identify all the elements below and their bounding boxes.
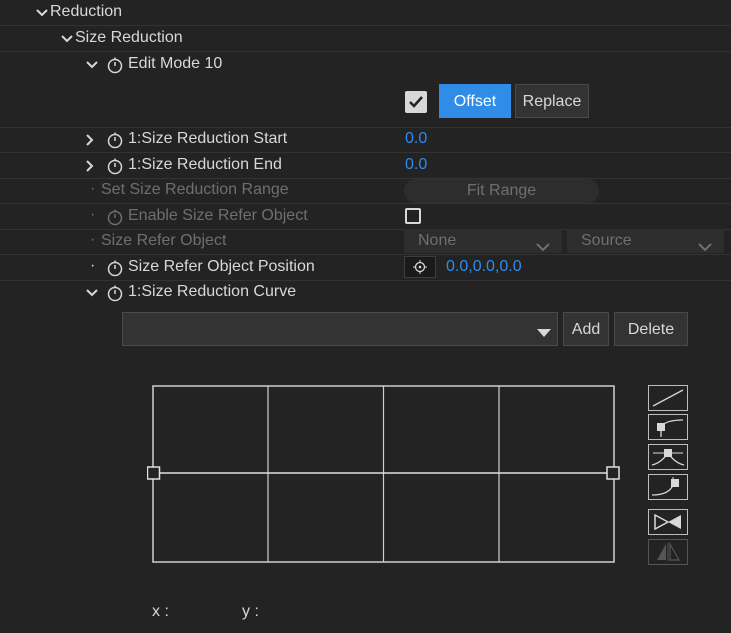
stopwatch-icon[interactable] <box>106 157 124 175</box>
linear-curve-icon[interactable] <box>648 385 688 411</box>
chevron-down-icon[interactable] <box>86 288 98 298</box>
ease-in-curve-icon[interactable] <box>648 414 688 440</box>
stopwatch-icon[interactable] <box>106 284 124 302</box>
end-label: 1:Size Reduction End <box>128 156 282 173</box>
stopwatch-icon <box>106 208 124 226</box>
mirror-curve-icon <box>648 539 688 565</box>
row-edit-mode: Edit Mode 10 Offset Replace <box>0 52 731 128</box>
ease-in-out-curve-icon[interactable] <box>648 444 688 470</box>
stopwatch-icon[interactable] <box>106 259 124 277</box>
row-size-reduction-end: 1:Size Reduction End 0.0 <box>0 153 731 179</box>
crosshair-icon[interactable] <box>404 256 436 278</box>
bullet-dot: · <box>90 231 96 248</box>
caret-down-icon <box>537 325 551 343</box>
bullet-dot: · <box>90 257 96 274</box>
fit-range-button[interactable]: Fit Range <box>404 179 599 203</box>
row-set-range: · Set Size Reduction Range Fit Range <box>0 178 731 204</box>
chevron-down-icon[interactable] <box>61 34 73 44</box>
refer-source-dropdown[interactable]: Source <box>567 229 724 253</box>
bullet-dot: · <box>90 180 96 197</box>
ease-out-curve-icon[interactable] <box>648 474 688 500</box>
edit-mode-label: Edit Mode 10 <box>128 55 223 72</box>
end-value[interactable]: 0.0 <box>405 156 427 174</box>
x-coordinate-label: x : <box>152 603 169 620</box>
enable-refer-checkbox[interactable] <box>405 208 421 224</box>
refer-none-dropdown[interactable]: None <box>404 229 562 253</box>
chevron-right-icon[interactable] <box>84 134 96 146</box>
row-size-reduction-start: 1:Size Reduction Start 0.0 <box>0 127 731 153</box>
refer-source-value: Source <box>581 232 632 249</box>
set-range-label: Set Size Reduction Range <box>101 181 289 198</box>
chevron-right-icon[interactable] <box>84 160 96 172</box>
row-reduction: Reduction <box>0 0 731 26</box>
enable-refer-label: Enable Size Refer Object <box>128 207 308 224</box>
refer-position-label: Size Refer Object Position <box>128 258 315 275</box>
edit-mode-checkbox[interactable] <box>405 91 427 113</box>
bullet-dot: · <box>90 206 96 223</box>
curve-label: 1:Size Reduction Curve <box>128 283 297 300</box>
start-label: 1:Size Reduction Start <box>128 130 288 147</box>
delete-curve-button[interactable]: Delete <box>614 312 688 346</box>
row-refer-position: · Size Refer Object Position 0.0,0.0,0.0 <box>0 255 731 281</box>
reduction-label: Reduction <box>50 3 123 20</box>
bowtie-curve-icon[interactable] <box>648 509 688 535</box>
offset-button[interactable]: Offset <box>439 84 511 118</box>
row-size-reduction: Size Reduction <box>0 26 731 52</box>
chevron-down-icon[interactable] <box>86 60 98 70</box>
size-reduction-label: Size Reduction <box>75 29 183 46</box>
refer-position-value[interactable]: 0.0,0.0,0.0 <box>446 258 522 276</box>
stopwatch-icon[interactable] <box>106 131 124 149</box>
curve-preset-dropdown[interactable] <box>122 312 558 346</box>
refer-none-value: None <box>418 232 457 249</box>
row-enable-refer: · Enable Size Refer Object <box>0 204 731 230</box>
curve-graph[interactable] <box>146 380 621 570</box>
add-curve-button[interactable]: Add <box>563 312 609 346</box>
row-curve: 1:Size Reduction Curve Add Delete x: y … <box>0 280 731 632</box>
row-refer-object: · Size Refer Object None Source <box>0 229 731 255</box>
y-coordinate-label: y : <box>242 603 259 620</box>
start-value[interactable]: 0.0 <box>405 130 427 148</box>
chevron-down-icon[interactable] <box>36 8 48 18</box>
refer-object-label: Size Refer Object <box>101 232 227 249</box>
stopwatch-icon[interactable] <box>106 56 124 74</box>
replace-button[interactable]: Replace <box>515 84 589 118</box>
